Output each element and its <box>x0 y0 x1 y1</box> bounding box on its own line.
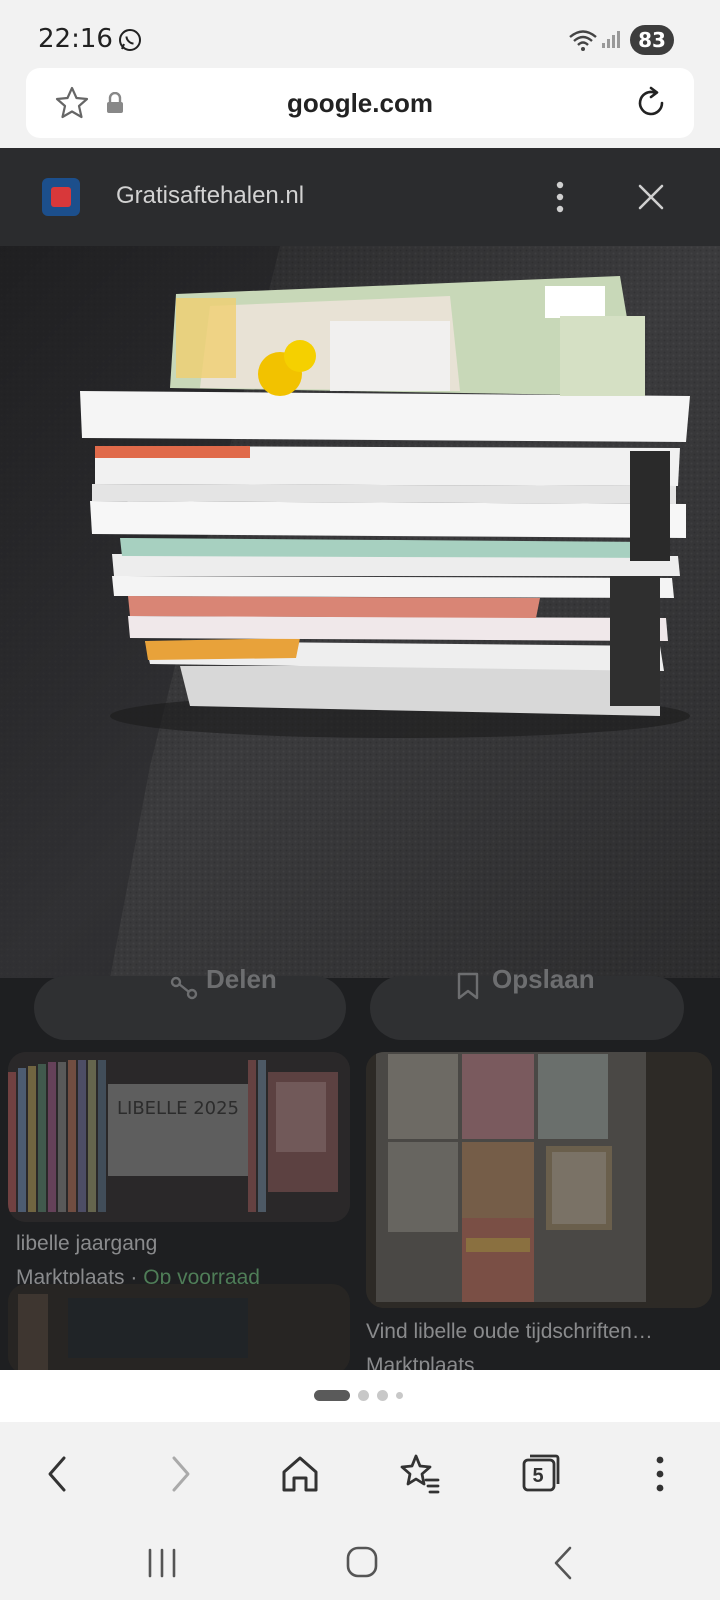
image-viewer-overlay: Gratisaftehalen.nl Delen Opslaan LIBELLE… <box>0 148 720 1370</box>
image-actions: Delen Opslaan <box>0 964 720 1054</box>
page-dot <box>396 1392 403 1399</box>
preview-image[interactable] <box>0 246 720 978</box>
page-dot <box>358 1390 369 1401</box>
result-card[interactable]: Vind libelle oude tijdschriften… Marktpl… <box>366 1052 712 1370</box>
nav-back-icon[interactable] <box>534 1538 594 1588</box>
result-title[interactable]: libelle jaargang <box>16 1232 350 1256</box>
page-indicator <box>0 1370 720 1422</box>
more-options-icon[interactable] <box>552 178 568 216</box>
browser-screen: 22:16 83 google.com Gratisaftehalen.nl D… <box>0 0 720 1600</box>
image-source-name[interactable]: Gratisaftehalen.nl <box>116 182 304 210</box>
status-bar: 22:16 83 <box>0 0 720 64</box>
tabs-button[interactable]: 5 <box>508 1442 572 1506</box>
save-label: Opslaan <box>492 964 595 994</box>
share-icon <box>170 976 198 1000</box>
system-navigation-bar <box>0 1532 720 1600</box>
magazine-stack-photo <box>0 246 720 978</box>
share-label: Delen <box>206 964 277 994</box>
partial-photo <box>8 1284 350 1370</box>
close-icon[interactable] <box>636 182 666 212</box>
battery-indicator: 83 <box>630 25 674 55</box>
status-time: 22:16 <box>38 24 113 54</box>
recents-icon[interactable] <box>132 1538 192 1588</box>
result-card[interactable]: LIBELLE 2025 libelle jaargang Marktplaat… <box>8 1052 350 1312</box>
menu-icon[interactable] <box>628 1442 692 1506</box>
bookmark-icon <box>457 972 479 1000</box>
magazine-grid-photo <box>366 1052 712 1308</box>
magazine-rows-photo: LIBELLE 2025 <box>8 1052 350 1222</box>
browser-toolbar: 5 <box>0 1422 720 1532</box>
back-icon[interactable] <box>26 1442 90 1506</box>
whatsapp-icon <box>119 29 141 51</box>
bookmarks-icon[interactable] <box>388 1442 452 1506</box>
home-icon[interactable] <box>268 1442 332 1506</box>
result-thumbnail[interactable] <box>366 1052 712 1308</box>
signal-icon <box>602 31 620 48</box>
result-source: Marktplaats <box>366 1354 475 1370</box>
tabs-count: 5 <box>532 1465 544 1487</box>
page-dot-active <box>314 1390 350 1401</box>
home-circle-icon[interactable] <box>332 1538 392 1588</box>
libelle-sign-text: LIBELLE 2025 <box>117 1098 239 1119</box>
result-thumbnail[interactable] <box>8 1284 350 1370</box>
wifi-icon <box>569 30 597 51</box>
result-thumbnail[interactable]: LIBELLE 2025 <box>8 1052 350 1222</box>
save-button[interactable]: Opslaan <box>370 964 684 1040</box>
site-favicon-icon <box>42 178 80 216</box>
result-title[interactable]: Vind libelle oude tijdschriften… <box>366 1320 706 1344</box>
page-dot <box>377 1390 388 1401</box>
share-button[interactable]: Delen <box>34 964 346 1040</box>
reload-icon[interactable] <box>632 84 670 122</box>
image-source-bar: Gratisaftehalen.nl <box>0 148 720 246</box>
url-text[interactable]: google.com <box>26 88 694 119</box>
forward-icon[interactable] <box>148 1442 212 1506</box>
result-card[interactable] <box>8 1284 350 1370</box>
address-bar[interactable]: google.com <box>26 68 694 138</box>
